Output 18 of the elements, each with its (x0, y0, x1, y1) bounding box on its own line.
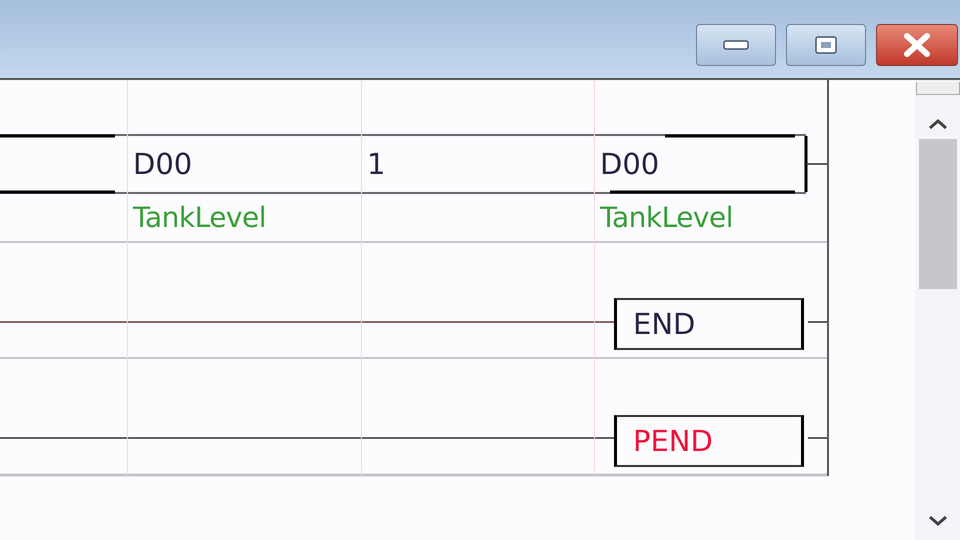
minimize-button[interactable] (696, 24, 776, 66)
operand-text: D00 (600, 147, 660, 181)
close-button[interactable] (876, 24, 958, 66)
vertical-scrollbar[interactable] (915, 80, 960, 540)
device-comment: TankLevel (600, 201, 733, 234)
scrollbar-cap (916, 82, 960, 95)
maximize-button[interactable] (786, 24, 866, 66)
close-icon (902, 33, 932, 57)
scroll-thumb[interactable] (918, 139, 956, 289)
operand-text: D00 (133, 147, 192, 181)
rung-line (808, 437, 828, 439)
minimize-icon (723, 39, 749, 51)
device-comment: TankLevel (133, 201, 266, 234)
rung-line (808, 321, 828, 323)
instruction-name: END (633, 307, 696, 341)
operand-text: 1 (367, 147, 386, 181)
instruction-name: PEND (633, 424, 713, 458)
maximize-icon (814, 35, 838, 55)
